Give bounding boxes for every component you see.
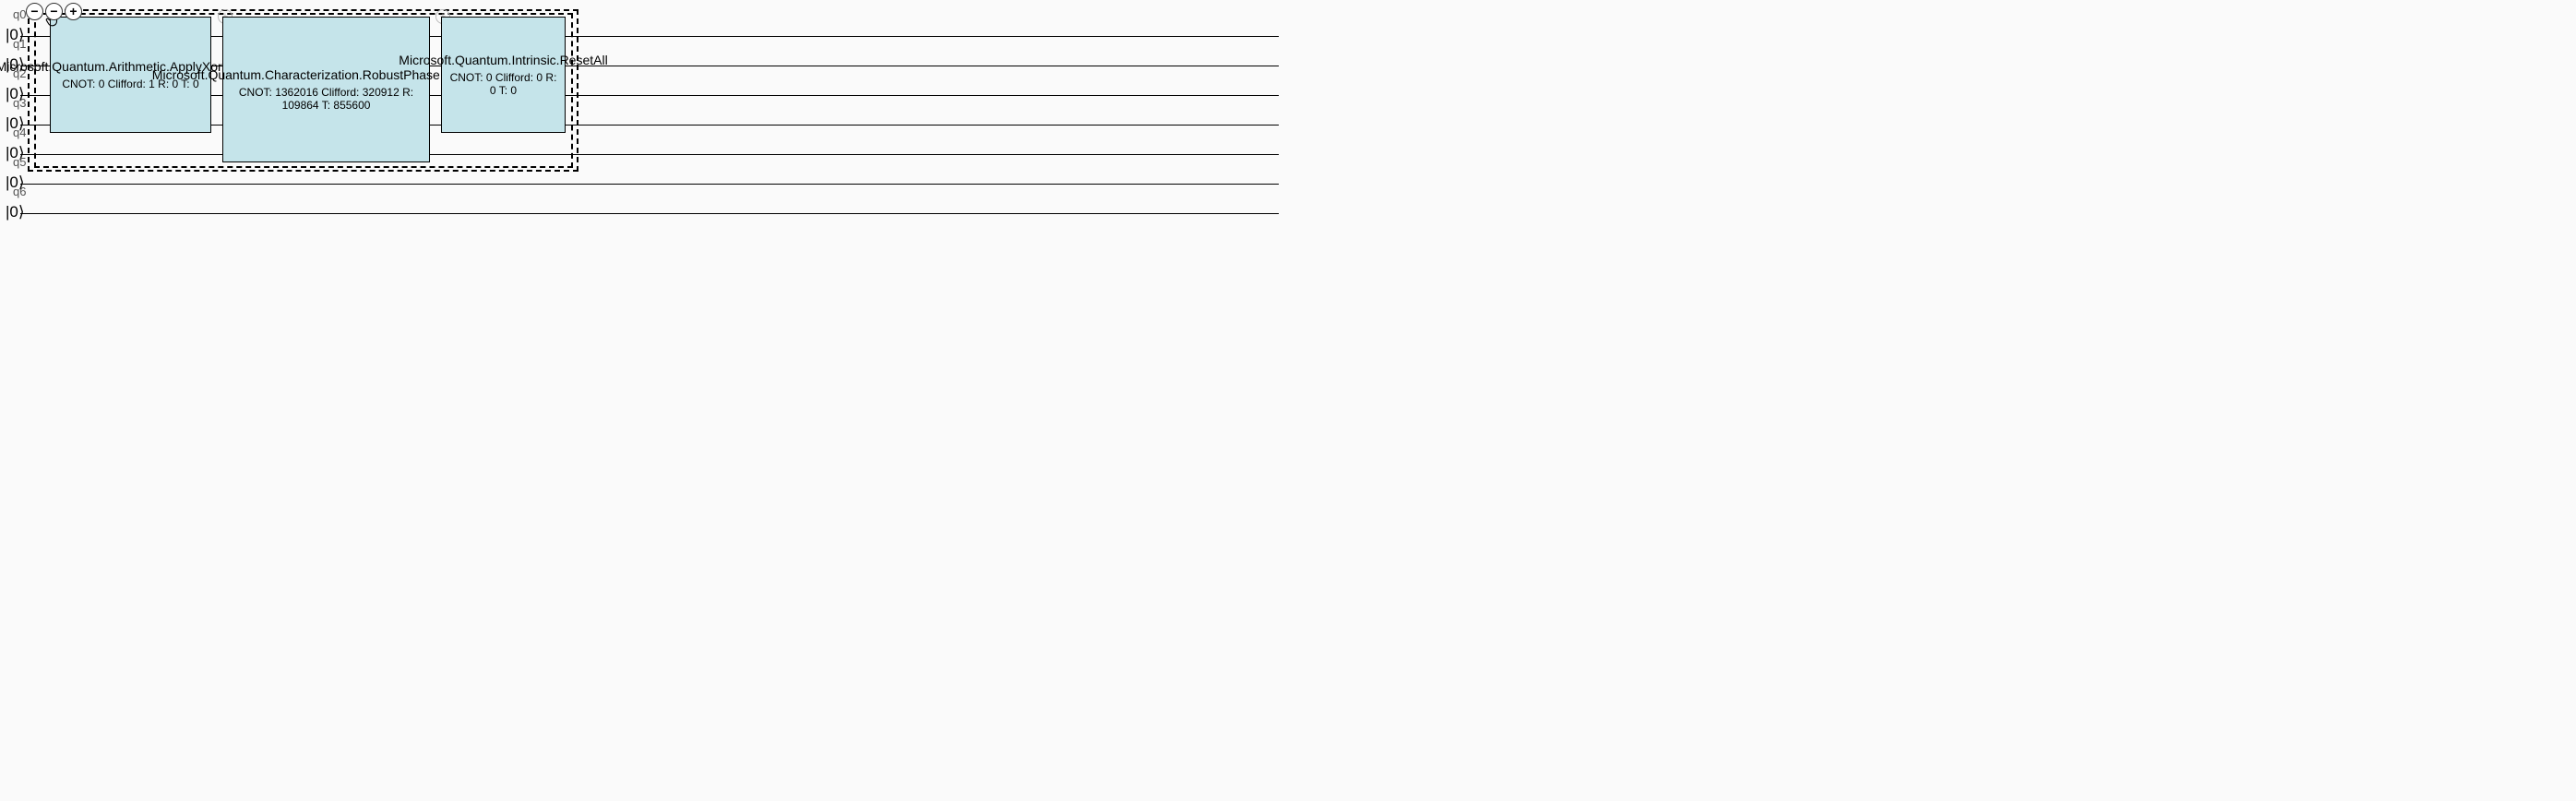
- minus-icon: −: [50, 5, 57, 18]
- minus-icon: −: [30, 5, 38, 18]
- qubit-row-q6: q6 |0⟩: [0, 201, 1288, 231]
- qubit-name: q5: [13, 155, 26, 169]
- qubit-wire: [20, 154, 1279, 155]
- zoom-out-button[interactable]: −: [45, 3, 63, 20]
- qubit-row-q5: q5 |0⟩: [0, 172, 1288, 201]
- zoom-controls: − − +: [26, 3, 82, 20]
- gate-robust-phase-estimation[interactable]: Microsoft.Quantum.Characterization.Robus…: [222, 17, 430, 162]
- gate-stats: CNOT: 1362016 Clifford: 320912 R: 109864…: [227, 86, 425, 112]
- gate-reset-all[interactable]: Microsoft.Quantum.Intrinsic.ResetAll CNO…: [441, 17, 566, 133]
- qubit-row-q4: q4 |0⟩: [0, 142, 1288, 172]
- qubit-name: q4: [13, 126, 26, 139]
- gate-label: Microsoft.Quantum.Intrinsic.ResetAll: [399, 53, 607, 67]
- qubit-name: q0: [13, 7, 26, 21]
- qubit-name: q3: [13, 96, 26, 110]
- qubit-ket: |0⟩: [6, 203, 25, 221]
- plus-icon: +: [69, 5, 77, 18]
- qubit-wire: [20, 213, 1279, 214]
- zoom-out-button[interactable]: −: [26, 3, 43, 20]
- qubit-name: q1: [13, 37, 26, 51]
- gate-stats: CNOT: 0 Clifford: 0 R: 0 T: 0: [446, 71, 561, 97]
- qubit-wire: [20, 184, 1279, 185]
- qubit-name: q6: [13, 185, 26, 198]
- zoom-in-button[interactable]: +: [65, 3, 82, 20]
- quantum-circuit-diagram: q0 |0⟩ q1 |0⟩ q2 |0⟩ q3 |0⟩ q4 |0⟩ q5 |0…: [0, 0, 1288, 443]
